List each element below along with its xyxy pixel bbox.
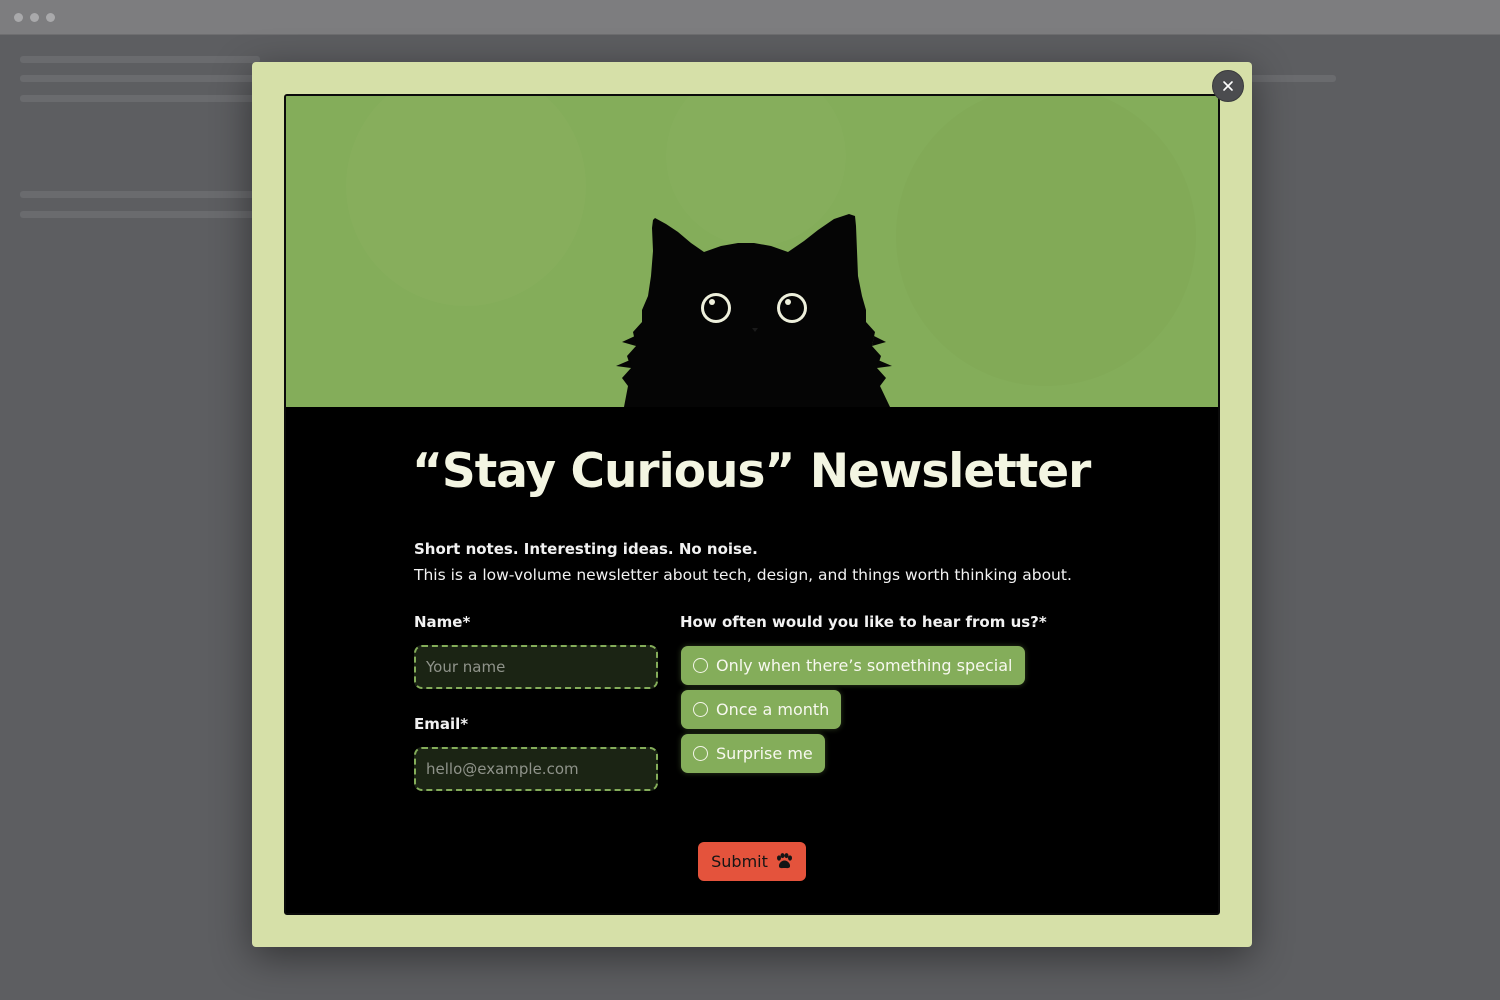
radio-circle-icon <box>693 746 708 761</box>
window-dot-icon <box>30 13 39 22</box>
email-input[interactable] <box>414 747 658 791</box>
browser-toolbar <box>0 0 1500 35</box>
email-label: Email* <box>414 715 469 733</box>
window-dot-icon <box>46 13 55 22</box>
frequency-option-label: Once a month <box>716 700 830 719</box>
newsletter-card: “Stay Curious” Newsletter Short notes. I… <box>284 94 1220 915</box>
black-cat-illustration <box>286 96 1218 407</box>
frequency-option-label: Surprise me <box>716 744 813 763</box>
frequency-option-surprise[interactable]: Surprise me <box>681 734 825 773</box>
newsletter-description: This is a low-volume newsletter about te… <box>414 566 1072 584</box>
radio-circle-icon <box>693 658 708 673</box>
window-dot-icon <box>14 13 23 22</box>
close-icon <box>1223 81 1233 91</box>
frequency-option-special[interactable]: Only when there’s something special <box>681 646 1025 685</box>
frequency-label: How often would you like to hear from us… <box>680 613 1047 631</box>
submit-label: Submit <box>711 852 768 871</box>
newsletter-title: “Stay Curious” Newsletter <box>412 444 1091 499</box>
name-input[interactable] <box>414 645 658 689</box>
radio-circle-icon <box>693 702 708 717</box>
submit-button[interactable]: Submit <box>698 842 806 881</box>
frequency-option-label: Only when there’s something special <box>716 656 1013 675</box>
newsletter-lead: Short notes. Interesting ideas. No noise… <box>414 540 758 558</box>
name-label: Name* <box>414 613 471 631</box>
hero-banner <box>286 96 1218 407</box>
frequency-option-monthly[interactable]: Once a month <box>681 690 842 729</box>
close-button[interactable] <box>1212 70 1244 102</box>
paw-icon <box>776 853 792 869</box>
